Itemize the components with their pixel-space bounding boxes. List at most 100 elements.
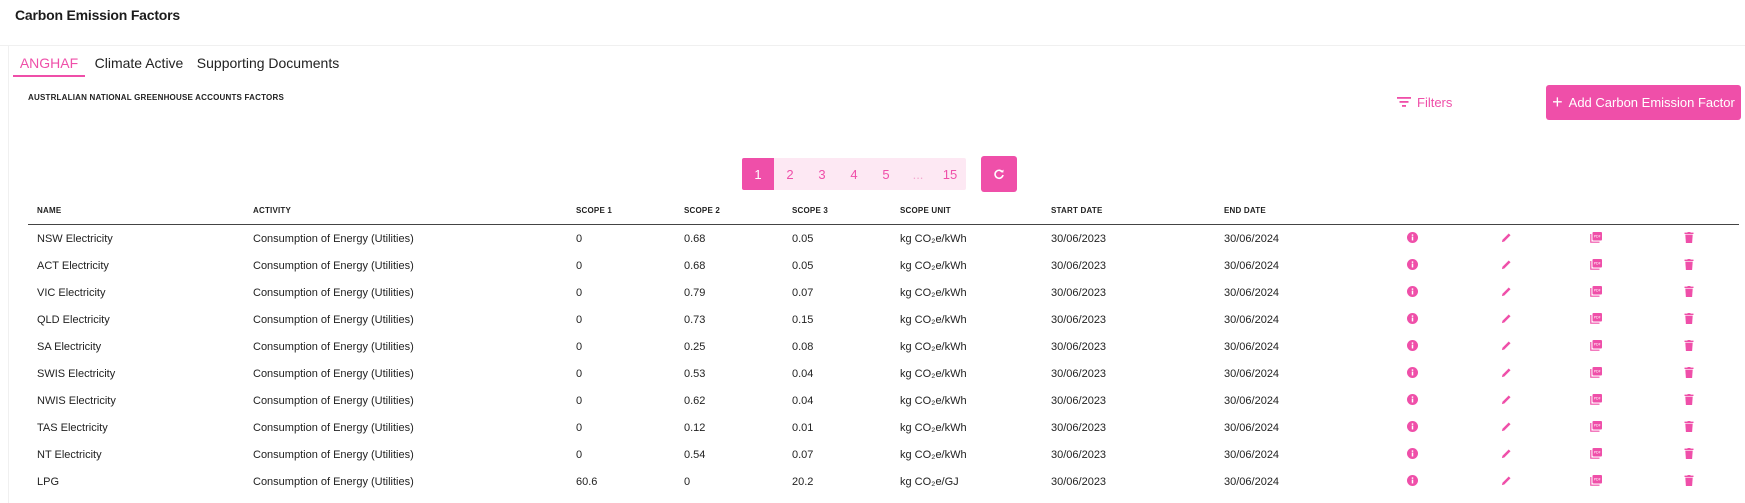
edit-icon[interactable] [1501, 286, 1512, 300]
edit-icon[interactable] [1501, 340, 1512, 354]
edit-icon[interactable] [1501, 367, 1512, 381]
cell-action: PDF [1553, 333, 1639, 360]
table-row[interactable]: TAS Electricity Consumption of Energy (Ut… [28, 414, 1739, 441]
delete-icon[interactable] [1684, 393, 1694, 408]
edit-icon[interactable] [1501, 475, 1512, 489]
column-header-info [1365, 196, 1459, 225]
cell-action [1639, 468, 1739, 495]
pdf-icon[interactable]: PDF [1590, 393, 1602, 408]
delete-icon[interactable] [1684, 312, 1694, 327]
column-header-end-date[interactable]: END DATE [1215, 196, 1365, 225]
cell-scope1: 0 [576, 394, 583, 407]
page-button-5[interactable]: 5 [870, 158, 902, 190]
info-icon[interactable] [1406, 393, 1418, 408]
emission-factors-table: NAME ACTIVITY SCOPE 1 SCOPE 2 SCOPE 3 SC… [28, 196, 1739, 495]
page-button-1[interactable]: 1 [742, 158, 774, 190]
delete-icon[interactable] [1684, 474, 1694, 489]
cell-scope3: 0.08 [792, 340, 814, 353]
refresh-button[interactable] [981, 156, 1017, 192]
pdf-icon[interactable]: PDF [1590, 231, 1602, 246]
pdf-icon[interactable]: PDF [1590, 366, 1602, 381]
cell-scope1: 0 [576, 340, 583, 353]
add-carbon-emission-factor-button[interactable]: + Add Carbon Emission Factor [1546, 85, 1741, 120]
cell-action [1365, 360, 1459, 387]
pdf-icon[interactable]: PDF [1590, 312, 1602, 327]
table-row[interactable]: LPG Consumption of Energy (Utilities) 60.6… [28, 468, 1739, 495]
cell-action: PDF [1553, 468, 1639, 495]
column-header-scope1[interactable]: SCOPE 1 [567, 196, 675, 225]
cell-action [1459, 441, 1553, 468]
table-row[interactable]: QLD Electricity Consumption of Energy (Ut… [28, 306, 1739, 333]
edit-icon[interactable] [1501, 421, 1512, 435]
cell-start-date: 30/06/2023 [1051, 232, 1107, 245]
delete-icon[interactable] [1684, 447, 1694, 462]
delete-icon[interactable] [1684, 258, 1694, 273]
delete-icon[interactable] [1684, 285, 1694, 300]
info-icon[interactable] [1406, 447, 1418, 462]
svg-text:PDF: PDF [1594, 315, 1601, 319]
delete-icon[interactable] [1684, 420, 1694, 435]
cell-action: PDF [1553, 360, 1639, 387]
info-icon[interactable] [1406, 366, 1418, 381]
filters-button[interactable]: Filters [1397, 93, 1452, 111]
cell-action [1365, 252, 1459, 279]
cell-name: VIC Electricity [37, 286, 106, 299]
cell-action [1459, 333, 1553, 360]
cell-action: PDF [1553, 306, 1639, 333]
cell-scope3: 0.15 [792, 313, 814, 326]
info-icon[interactable] [1406, 474, 1418, 489]
cell-action [1639, 441, 1739, 468]
pdf-icon[interactable]: PDF [1590, 258, 1602, 273]
page-button-2[interactable]: 2 [774, 158, 806, 190]
cell-action [1459, 468, 1553, 495]
tab-climate-active[interactable]: Climate Active [94, 51, 184, 75]
table-row[interactable]: SA Electricity Consumption of Energy (Uti… [28, 333, 1739, 360]
column-header-start-date[interactable]: START DATE [1042, 196, 1215, 225]
table-row[interactable]: NSW Electricity Consumption of Energy (Ut… [28, 225, 1739, 253]
cell-action [1639, 279, 1739, 306]
cell-scope1: 0 [576, 313, 583, 326]
info-icon[interactable] [1406, 420, 1418, 435]
cell-action [1639, 252, 1739, 279]
column-header-scope-unit[interactable]: SCOPE UNIT [891, 196, 1042, 225]
column-header-scope3[interactable]: SCOPE 3 [783, 196, 891, 225]
pdf-icon[interactable]: PDF [1590, 420, 1602, 435]
cell-scope1: 0 [576, 286, 583, 299]
column-header-name[interactable]: NAME [28, 196, 244, 225]
edit-icon[interactable] [1501, 313, 1512, 327]
pdf-icon[interactable]: PDF [1590, 285, 1602, 300]
table-row[interactable]: NWIS Electricity Consumption of Energy (U… [28, 387, 1739, 414]
table-row[interactable]: NT Electricity Consumption of Energy (Uti… [28, 441, 1739, 468]
edit-icon[interactable] [1501, 448, 1512, 462]
info-icon[interactable] [1406, 339, 1418, 354]
pdf-icon[interactable]: PDF [1590, 339, 1602, 354]
info-icon[interactable] [1406, 231, 1418, 246]
tab-supporting-documents[interactable]: Supporting Documents [197, 51, 339, 75]
cell-action [1459, 360, 1553, 387]
edit-icon[interactable] [1501, 232, 1512, 246]
table-row[interactable]: SWIS Electricity Consumption of Energy (U… [28, 360, 1739, 387]
delete-icon[interactable] [1684, 231, 1694, 246]
info-icon[interactable] [1406, 285, 1418, 300]
page-button-4[interactable]: 4 [838, 158, 870, 190]
info-icon[interactable] [1406, 312, 1418, 327]
info-icon[interactable] [1406, 258, 1418, 273]
edit-icon[interactable] [1501, 394, 1512, 408]
page-button-15[interactable]: 15 [934, 158, 966, 190]
page-button-3[interactable]: 3 [806, 158, 838, 190]
table-row[interactable]: VIC Electricity Consumption of Energy (Ut… [28, 279, 1739, 306]
tab-anghaf[interactable]: ANGHAF [13, 51, 85, 77]
cell-action: PDF [1553, 252, 1639, 279]
edit-icon[interactable] [1501, 259, 1512, 273]
delete-icon[interactable] [1684, 339, 1694, 354]
cell-scope2: 0.62 [684, 394, 706, 407]
column-header-scope2[interactable]: SCOPE 2 [675, 196, 783, 225]
delete-icon[interactable] [1684, 366, 1694, 381]
content-panel: ANGHAF Climate Active Supporting Documen… [8, 45, 1745, 503]
pdf-icon[interactable]: PDF [1590, 474, 1602, 489]
table-row[interactable]: ACT Electricity Consumption of Energy (Ut… [28, 252, 1739, 279]
cell-action [1639, 333, 1739, 360]
pdf-icon[interactable]: PDF [1590, 447, 1602, 462]
cell-start-date: 30/06/2023 [1051, 367, 1107, 380]
column-header-activity[interactable]: ACTIVITY [244, 196, 567, 225]
